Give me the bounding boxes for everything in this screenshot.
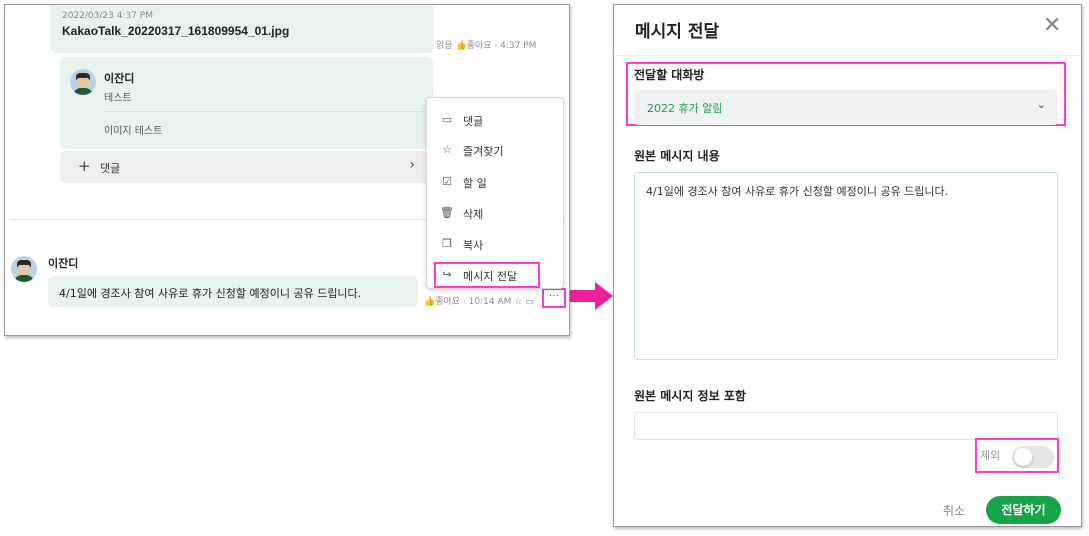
original-message-text: 4/1일에 경조사 참여 사유로 휴가 신청할 예정이니 공유 드립니다. — [646, 185, 949, 198]
cancel-button[interactable]: 취소 — [943, 502, 965, 519]
reply-sender-name: 이잔디 — [104, 72, 135, 85]
comment-icon: ▭ — [441, 113, 453, 126]
thumbs-up-icon[interactable]: 👍 — [455, 41, 466, 51]
include-info-field — [634, 412, 1058, 440]
thumbs-up-icon[interactable]: 👍 — [424, 297, 435, 307]
forward-highlight-box — [434, 262, 540, 288]
message-sender-name: 이잔디 — [48, 257, 79, 270]
menu-item-delete[interactable]: 🗑 삭제 — [427, 199, 565, 227]
close-icon[interactable]: ✕ — [1043, 15, 1061, 37]
chevron-down-icon: ⌄ — [1036, 98, 1046, 111]
menu-item-label: 댓글 — [463, 115, 484, 128]
context-menu: ▭ 댓글 ☆ 즐겨찾기 ☑ 할 일 🗑 삭제 ❐ 복사 ↪ 메시지 전달 — [426, 97, 564, 289]
file-message-date: 2022/03/23 4:37 PM — [62, 11, 153, 21]
arrow-shaft — [570, 290, 596, 302]
reply-image-text: 이미지 테스트 — [104, 126, 163, 137]
file-name[interactable]: KakaoTalk_20220317_161809954_01.jpg — [62, 24, 289, 38]
file-message-meta: 읽음 👍좋아요 · 4:37 PM — [436, 38, 536, 51]
menu-item-todo[interactable]: ☑ 할 일 — [427, 168, 565, 196]
menu-item-label: 복사 — [463, 239, 484, 252]
divider — [614, 55, 1081, 56]
room-select-label: 전달할 대화방 — [634, 68, 705, 82]
chat-panel: 2022/03/23 4:37 PM KakaoTalk_20220317_16… — [4, 4, 570, 336]
file-message-bubble[interactable]: 2022/03/23 4:37 PM KakaoTalk_20220317_16… — [50, 5, 434, 53]
divider — [104, 111, 424, 112]
trash-icon: 🗑 — [440, 206, 454, 219]
menu-item-label: 할 일 — [463, 177, 487, 190]
send-button[interactable]: 전달하기 — [986, 496, 1061, 524]
include-info-label: 원본 메시지 정보 포함 — [634, 389, 746, 403]
reply-text: 테스트 — [104, 93, 132, 104]
todo-icon: ☑ — [442, 175, 452, 188]
avatar[interactable] — [11, 256, 37, 282]
toggle-label: 제외 — [980, 449, 1001, 462]
add-comment-button[interactable]: + 댓글 › — [60, 151, 433, 183]
avatar — [70, 69, 96, 95]
plus-icon: + — [78, 157, 91, 175]
star-icon[interactable]: ☆ — [514, 297, 522, 307]
like-button[interactable]: 좋아요 — [435, 297, 460, 307]
comment-label: 댓글 — [100, 162, 121, 175]
message-bubble[interactable]: 4/1일에 경조사 참여 사유로 휴가 신청할 예정이니 공유 드립니다. — [48, 276, 418, 307]
more-options-button[interactable]: ··· — [542, 288, 566, 308]
forward-message-dialog: 메시지 전달 ✕ 전달할 대화방 2022 휴가 알림 ⌄ 원본 메시지 내용 … — [613, 4, 1082, 527]
toggle-knob[interactable] — [1014, 448, 1032, 466]
menu-item-copy[interactable]: ❐ 복사 — [427, 230, 565, 258]
message-text: 4/1일에 경조사 참여 사유로 휴가 신청할 예정이니 공유 드립니다. — [59, 287, 362, 300]
menu-item-comment[interactable]: ▭ 댓글 — [427, 106, 565, 134]
reply-card[interactable]: 이잔디 테스트 이미지 테스트 — [60, 57, 433, 149]
dialog-title: 메시지 전달 — [635, 22, 720, 42]
avatar-body — [14, 275, 34, 282]
avatar-face — [18, 265, 30, 275]
arrow-right-icon — [595, 282, 613, 310]
room-select[interactable]: 2022 휴가 알림 ⌄ — [634, 90, 1058, 125]
room-select-value: 2022 휴가 알림 — [647, 102, 723, 115]
menu-item-label: 즐겨찾기 — [463, 145, 504, 158]
original-message-label: 원본 메시지 내용 — [634, 149, 720, 163]
read-status: 읽음 — [436, 41, 453, 51]
message-meta: 👍좋아요 · 10:14 AM ☆ ▭ — [424, 294, 534, 307]
include-info-toggle[interactable] — [1012, 446, 1054, 468]
avatar-body — [73, 88, 93, 95]
file-message-time: 4:37 PM — [500, 41, 537, 51]
comment-icon[interactable]: ▭ — [525, 297, 534, 307]
message-time: 10:14 AM — [468, 297, 512, 307]
like-button[interactable]: 좋아요 — [467, 41, 492, 51]
menu-item-favorite[interactable]: ☆ 즐겨찾기 — [427, 136, 565, 164]
chevron-right-icon: › — [409, 157, 415, 173]
star-icon: ☆ — [442, 143, 452, 156]
avatar-face — [77, 78, 89, 88]
original-message-field[interactable]: 4/1일에 경조사 참여 사유로 휴가 신청할 예정이니 공유 드립니다. — [634, 172, 1058, 360]
copy-icon: ❐ — [442, 237, 452, 250]
menu-item-label: 삭제 — [463, 208, 484, 221]
